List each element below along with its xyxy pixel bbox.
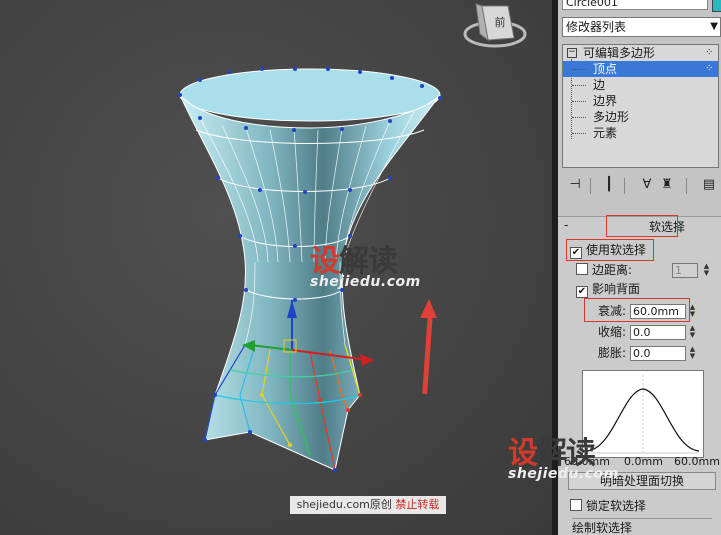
object-color-swatch[interactable] bbox=[712, 0, 721, 12]
rollout-collapse-icon[interactable]: - bbox=[564, 218, 568, 232]
pin-stack-icon[interactable]: ⊣ bbox=[566, 176, 584, 194]
spinner-arrows-icon[interactable]: ▲ ▼ bbox=[688, 325, 697, 340]
bubble-label: 膨胀: bbox=[598, 346, 627, 360]
modifier-stack[interactable]: − 可编辑多边形 ⁘ 顶点 ⁘ 边 边界 多边形 元素 bbox=[562, 44, 719, 168]
affect-backfacing-checkbox[interactable]: ✔ 影响背面 bbox=[576, 280, 640, 298]
stack-item-polygon[interactable]: 多边形 bbox=[563, 109, 718, 125]
direction-arrow bbox=[420, 299, 437, 395]
spinner-arrows-icon[interactable]: ▲ ▼ bbox=[702, 263, 711, 278]
bubble-spinner[interactable]: 0.0 bbox=[630, 346, 686, 361]
stack-item-vertex[interactable]: 顶点 ⁘ bbox=[563, 61, 718, 77]
stack-item-element[interactable]: 元素 bbox=[563, 125, 718, 141]
show-end-result-icon[interactable]: ┃ bbox=[600, 176, 618, 194]
curve-label-center: 0.0mm bbox=[624, 455, 663, 468]
stack-item-editable-poly[interactable]: − 可编辑多边形 ⁘ bbox=[563, 45, 718, 61]
modifier-list-dropdown[interactable]: 修改器列表 ▼ bbox=[562, 17, 721, 37]
object-name-field[interactable]: Circle001 bbox=[562, 0, 708, 10]
spinner-arrows-icon[interactable]: ▲ ▼ bbox=[688, 346, 697, 361]
vase-mesh[interactable] bbox=[0, 0, 552, 535]
curve-label-right: 60.0mm bbox=[674, 455, 720, 468]
stack-item-edge[interactable]: 边 bbox=[563, 77, 718, 93]
checkbox-icon bbox=[576, 263, 588, 275]
credit-label: shejiedu.com原创 禁止转载 bbox=[290, 496, 446, 514]
collapse-icon[interactable]: − bbox=[567, 48, 577, 58]
edge-distance-spinner[interactable]: 1 bbox=[672, 263, 698, 278]
lock-soft-selection-checkbox[interactable]: 锁定软选择 bbox=[570, 497, 646, 515]
highlight-box bbox=[584, 298, 690, 322]
svg-text:前: 前 bbox=[495, 15, 506, 29]
watermark-panel: 设解读 shejiedu.com bbox=[508, 436, 619, 482]
make-unique-icon[interactable]: ∀ bbox=[638, 176, 656, 194]
paint-soft-selection-group[interactable]: 绘制软选择 bbox=[572, 518, 712, 535]
modifier-list-label: 修改器列表 bbox=[566, 20, 627, 34]
remove-modifier-icon[interactable]: ♜ bbox=[658, 176, 676, 194]
configure-sets-icon[interactable]: ▤ bbox=[700, 176, 718, 194]
checkbox-icon: ✔ bbox=[576, 286, 588, 298]
edge-distance-checkbox[interactable]: 边距离: bbox=[576, 261, 632, 279]
pin-icon: ⁘ bbox=[705, 63, 714, 74]
viewcube-icon[interactable]: 前 bbox=[462, 0, 528, 48]
stack-item-border[interactable]: 边界 bbox=[563, 93, 718, 109]
viewport-perspective[interactable]: 前 设解读 shejiedu.com shejiedu.com原创 禁止转载 bbox=[0, 0, 552, 535]
pinch-label: 收缩: bbox=[598, 325, 627, 339]
checkbox-icon bbox=[570, 499, 582, 511]
watermark-viewport: 设解读 shejiedu.com bbox=[310, 244, 421, 290]
pinch-spinner[interactable]: 0.0 bbox=[630, 325, 686, 340]
pin-icon: ⁘ bbox=[705, 47, 714, 58]
stack-toolbar: ⊣ ┃ ∀ ♜ ▤ bbox=[562, 176, 719, 196]
chevron-down-icon: ▼ bbox=[710, 21, 718, 32]
highlight-box bbox=[566, 239, 654, 261]
highlight-box bbox=[606, 215, 678, 237]
